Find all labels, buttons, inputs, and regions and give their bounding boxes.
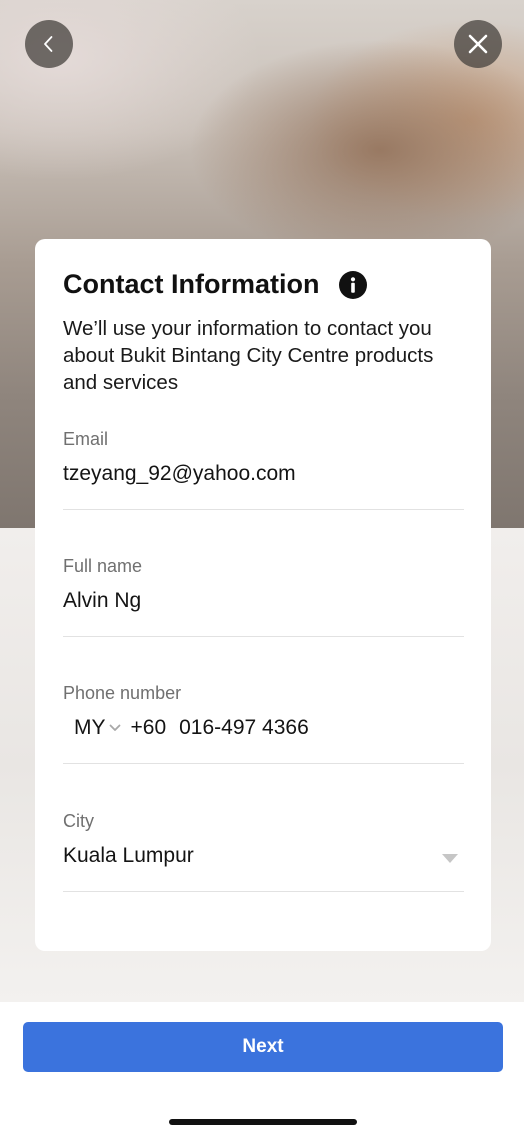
- full-name-value[interactable]: Alvin Ng: [63, 589, 141, 613]
- city-select[interactable]: City Kuala Lumpur: [63, 811, 464, 892]
- city-label: City: [63, 811, 94, 831]
- full-name-field[interactable]: Full name Alvin Ng: [63, 556, 464, 637]
- card-description: We’ll use your information to contact yo…: [63, 317, 434, 394]
- phone-number-value[interactable]: 016-497 4366: [179, 716, 309, 740]
- contact-info-card: Contact Information We’ll use your infor…: [35, 239, 491, 951]
- phone-number-field[interactable]: Phone number MY +60 016-497 4366: [63, 683, 464, 764]
- chevron-left-icon: [44, 36, 53, 52]
- close-button[interactable]: [454, 20, 502, 68]
- back-button[interactable]: [25, 20, 73, 68]
- email-field[interactable]: Email tzeyang_92@yahoo.com: [63, 429, 464, 510]
- email-value[interactable]: tzeyang_92@yahoo.com: [63, 462, 296, 486]
- phone-input-row: MY +60 016-497 4366: [63, 716, 309, 740]
- phone-number-label: Phone number: [63, 683, 182, 703]
- card-header: Contact Information: [63, 269, 367, 300]
- dial-code: +60: [130, 716, 167, 739]
- card-title: Contact Information: [63, 269, 320, 299]
- dropdown-caret-icon[interactable]: [442, 854, 458, 864]
- next-button[interactable]: Next: [23, 1022, 503, 1072]
- chevron-down-icon[interactable]: [109, 724, 121, 732]
- email-label: Email: [63, 429, 109, 449]
- full-name-label: Full name: [63, 556, 143, 576]
- info-icon[interactable]: [338, 270, 367, 299]
- home-indicator: [169, 1119, 357, 1125]
- city-value[interactable]: Kuala Lumpur: [63, 844, 194, 868]
- country-code-selector[interactable]: MY: [74, 716, 106, 740]
- close-icon: [468, 34, 488, 54]
